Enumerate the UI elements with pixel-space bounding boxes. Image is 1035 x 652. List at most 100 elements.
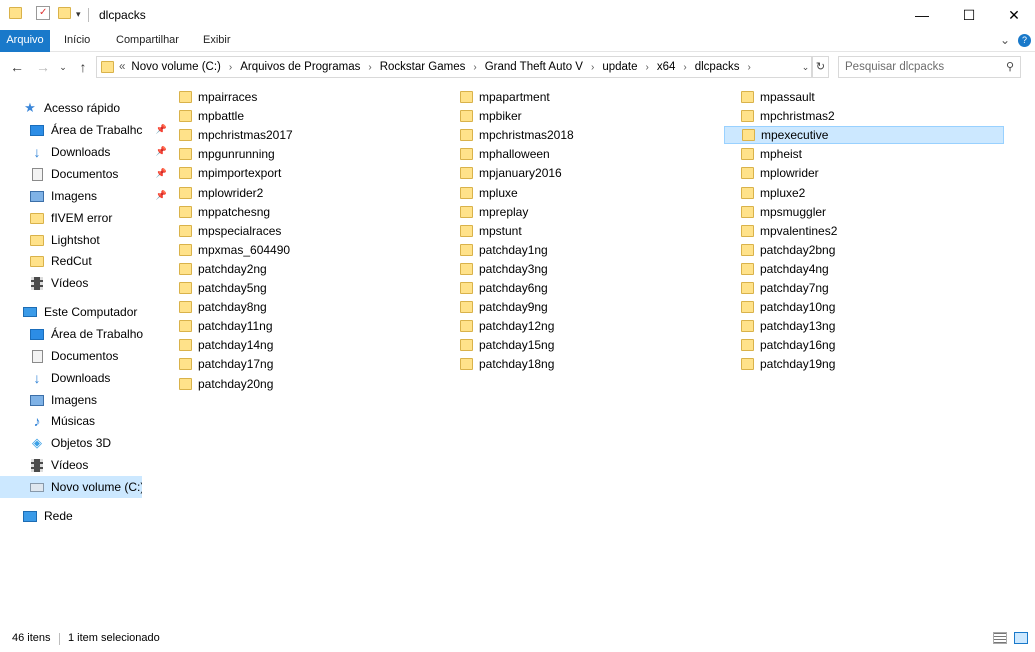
minimize-button[interactable]: — — [899, 0, 945, 30]
breadcrumb-separator-icon[interactable]: › — [591, 62, 594, 73]
folder-item[interactable]: patchday19ng — [724, 355, 1004, 373]
folder-item[interactable]: mpxmas_604490 — [162, 241, 442, 259]
folder-item[interactable]: patchday18ng — [443, 355, 723, 373]
sidebar-item-este-computador[interactable]: Este Computador — [22, 301, 164, 323]
search-icon[interactable]: ⚲ — [1006, 60, 1014, 73]
folder-item[interactable]: patchday2ng — [162, 260, 442, 278]
folder-item[interactable]: mpgunrunning — [162, 145, 442, 163]
folder-item[interactable]: patchday1ng — [443, 241, 723, 259]
folder-item[interactable]: mpexecutive — [724, 126, 1004, 144]
breadcrumb-separator-icon[interactable]: › — [747, 62, 750, 73]
folder-item[interactable]: patchday9ng — [443, 298, 723, 316]
folder-item[interactable]: mpassault — [724, 88, 1004, 106]
search-box[interactable]: ⚲ — [838, 56, 1021, 78]
folder-item[interactable]: patchday2bng — [724, 241, 1004, 259]
folder-item[interactable]: mpluxe2 — [724, 184, 1004, 202]
tab-arquivo[interactable]: Arquivo — [0, 30, 50, 52]
folder-item[interactable]: mpstunt — [443, 222, 723, 240]
folder-item[interactable]: mpchristmas2017 — [162, 126, 442, 144]
forward-button[interactable]: → — [34, 58, 52, 76]
tab-exibir[interactable]: Exibir — [203, 30, 231, 52]
folder-item[interactable]: mpheist — [724, 145, 1004, 163]
folder-item[interactable]: patchday11ng — [162, 317, 442, 335]
sidebar-item-acesso-rapido[interactable]: ★ Acesso rápido — [22, 97, 164, 119]
folder-name: mpreplay — [479, 205, 529, 219]
address-dropdown-icon[interactable]: ⌄ — [799, 56, 812, 78]
breadcrumb-separator-icon[interactable]: › — [229, 62, 232, 73]
folder-item[interactable]: patchday20ng — [162, 375, 442, 393]
folder-item[interactable]: mpsmuggler — [724, 203, 1004, 221]
breadcrumb-item[interactable]: Arquivos de Programas — [240, 61, 360, 73]
folder-icon — [179, 91, 192, 103]
breadcrumb-separator-icon[interactable]: › — [646, 62, 649, 73]
folder-item[interactable]: patchday6ng — [443, 279, 723, 297]
folder-item[interactable]: patchday13ng — [724, 317, 1004, 335]
folder-name: mpvalentines2 — [760, 224, 838, 238]
folder-item[interactable]: patchday16ng — [724, 336, 1004, 354]
folder-item[interactable]: patchday7ng — [724, 279, 1004, 297]
folder-icon — [741, 148, 754, 160]
back-button[interactable]: ← — [8, 58, 26, 76]
folder-item[interactable]: mpimportexport — [162, 164, 442, 182]
tab-compartilhar[interactable]: Compartilhar — [116, 30, 179, 52]
folder-item[interactable]: mppatchesng — [162, 203, 442, 221]
folder-item[interactable]: mpchristmas2018 — [443, 126, 723, 144]
folder-item[interactable]: mplowrider2 — [162, 184, 442, 202]
customize-quick-access-icon[interactable]: ▾ — [76, 9, 81, 20]
search-input[interactable] — [845, 59, 995, 75]
breadcrumb-separator-icon[interactable]: › — [368, 62, 371, 73]
folder-item[interactable]: patchday8ng — [162, 298, 442, 316]
folder-item[interactable]: mpairraces — [162, 88, 442, 106]
folder-item[interactable]: patchday17ng — [162, 355, 442, 373]
folder-item[interactable]: mpbattle — [162, 107, 442, 125]
sidebar-item-label: Downloads — [51, 371, 111, 385]
address-bar[interactable]: « Novo volume (C:) › Arquivos de Program… — [96, 56, 812, 78]
recent-locations-button[interactable]: ⌄ — [54, 58, 72, 76]
folder-item[interactable]: patchday3ng — [443, 260, 723, 278]
folder-name: patchday2ng — [198, 262, 267, 276]
folder-item[interactable]: patchday12ng — [443, 317, 723, 335]
large-icons-view-icon[interactable] — [1014, 632, 1028, 644]
folder-item[interactable]: mplowrider — [724, 164, 1004, 182]
folder-name: patchday20ng — [198, 377, 274, 391]
breadcrumb-item[interactable]: Rockstar Games — [380, 61, 466, 73]
folder-item[interactable]: mpvalentines2 — [724, 222, 1004, 240]
details-view-icon[interactable] — [993, 632, 1007, 644]
help-icon[interactable]: ? — [1018, 34, 1031, 47]
sidebar-item-rede[interactable]: Rede — [22, 505, 164, 527]
tab-inicio[interactable]: Início — [64, 30, 90, 52]
breadcrumb-item[interactable]: Novo volume (C:) — [131, 61, 220, 73]
folder-item[interactable]: patchday4ng — [724, 260, 1004, 278]
folder-item[interactable]: patchday5ng — [162, 279, 442, 297]
folder-item[interactable]: mpchristmas2 — [724, 107, 1004, 125]
folder-item[interactable]: mpapartment — [443, 88, 723, 106]
folder-icon — [101, 61, 114, 73]
folder-item[interactable]: patchday15ng — [443, 336, 723, 354]
folder-item[interactable]: patchday14ng — [162, 336, 442, 354]
folder-item[interactable]: mphalloween — [443, 145, 723, 163]
sidebar-item-novo-volume[interactable]: Novo volume (C:) — [0, 476, 142, 498]
folder-item[interactable]: mpjanuary2016 — [443, 164, 723, 182]
new-folder-icon[interactable] — [58, 7, 71, 19]
up-button[interactable]: ↑ — [74, 58, 92, 76]
breadcrumb-separator-icon[interactable]: › — [473, 62, 476, 73]
breadcrumb-item[interactable]: update — [602, 61, 637, 73]
expand-ribbon-icon[interactable]: ⌄ — [1000, 30, 1010, 52]
folder-icon — [460, 110, 473, 122]
properties-icon[interactable]: ✓ — [36, 6, 50, 20]
breadcrumb-item[interactable]: dlcpacks — [695, 61, 740, 73]
folder-item[interactable]: mpluxe — [443, 184, 723, 202]
breadcrumb-item[interactable]: x64 — [657, 61, 676, 73]
refresh-button[interactable]: ↻ — [812, 56, 829, 78]
folder-item[interactable]: mpspecialraces — [162, 222, 442, 240]
pictures-icon — [29, 393, 45, 407]
breadcrumb-separator-icon[interactable]: › — [683, 62, 686, 73]
close-button[interactable]: ✕ — [991, 0, 1035, 30]
breadcrumb-item[interactable]: Grand Theft Auto V — [485, 61, 583, 73]
maximize-button[interactable]: ☐ — [946, 0, 992, 30]
folder-item[interactable]: mpreplay — [443, 203, 723, 221]
breadcrumb-overflow[interactable]: « — [119, 61, 125, 73]
folder-item[interactable]: mpbiker — [443, 107, 723, 125]
folder-icon — [742, 129, 755, 141]
folder-item[interactable]: patchday10ng — [724, 298, 1004, 316]
